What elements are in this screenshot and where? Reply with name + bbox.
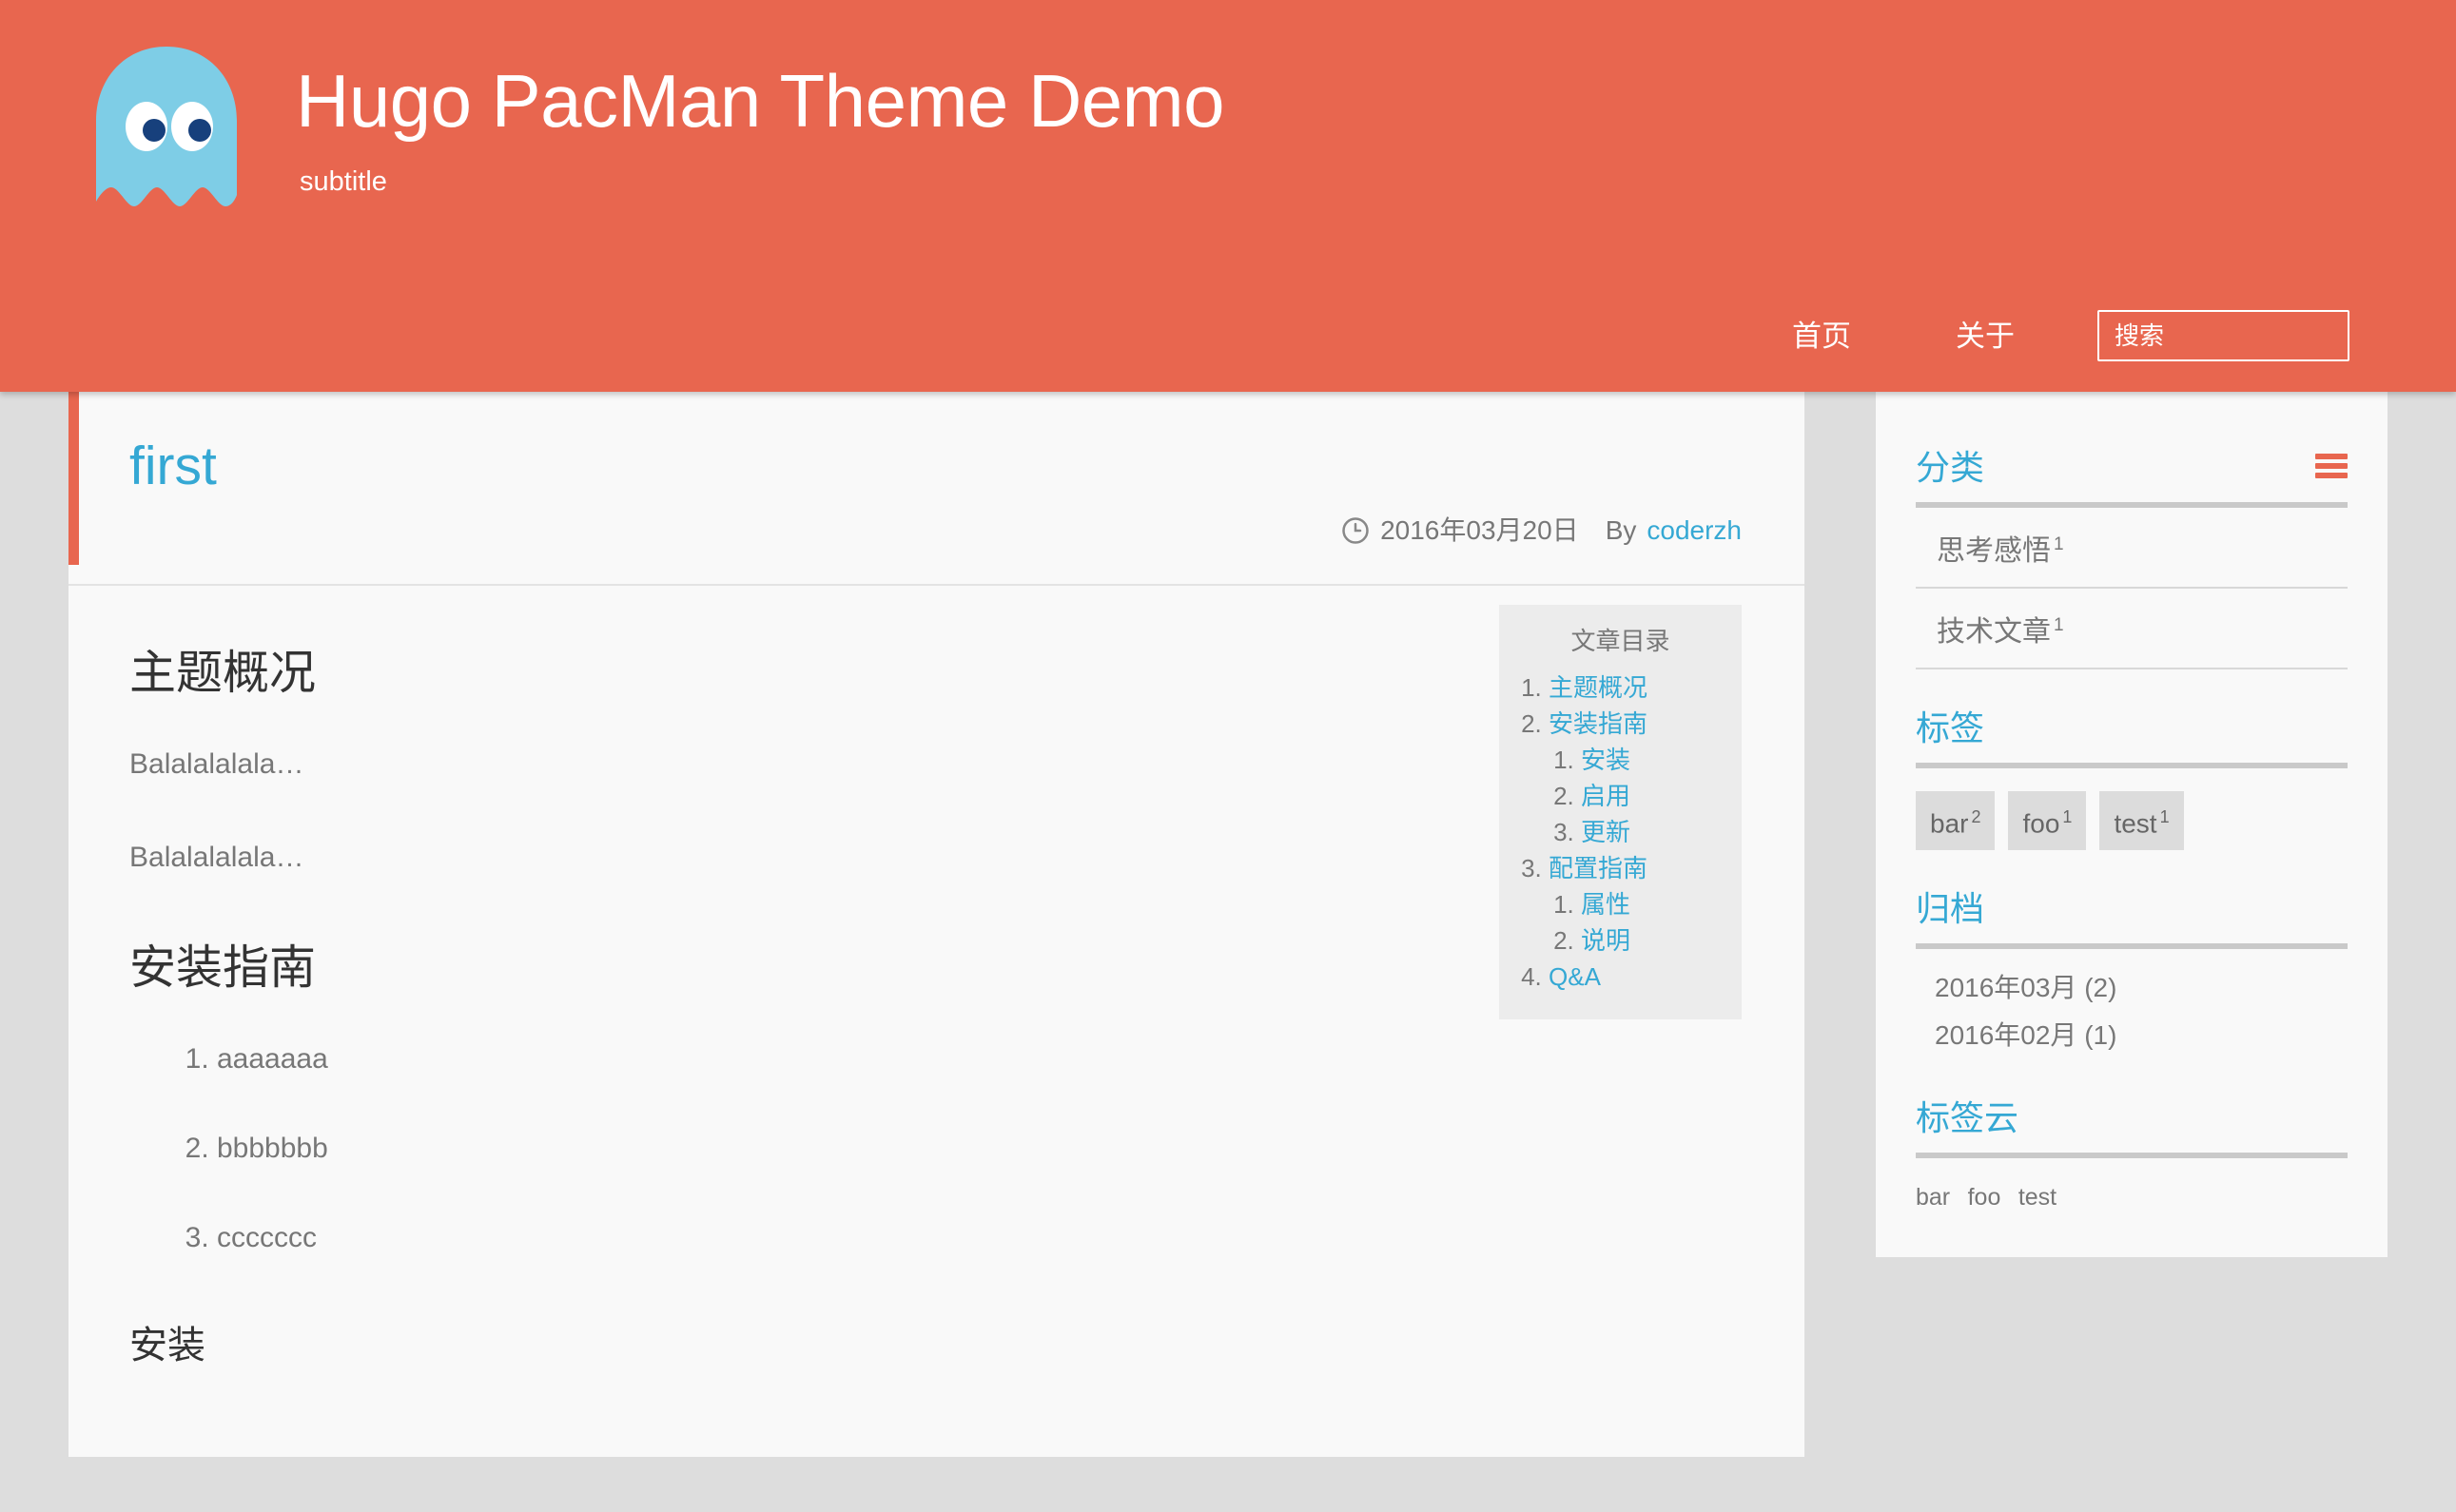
- tag-cloud-title: 标签云: [1916, 1098, 2019, 1138]
- category-label: 技术文章: [1937, 616, 2051, 648]
- sidebar: 分类 思考感悟 1 技术文章 1 标签 bar 2 foo 1 test 1 归…: [1876, 392, 2388, 1258]
- article-author[interactable]: coderzh: [1647, 515, 1742, 546]
- title-accent-bar: [68, 392, 79, 565]
- toc-sublink[interactable]: 说明: [1581, 926, 1630, 955]
- widget-categories: 分类 思考感悟 1 技术文章 1: [1916, 447, 2348, 669]
- toc-link[interactable]: Q&A: [1549, 962, 1601, 991]
- tag-count: 1: [2062, 807, 2073, 826]
- archives-title: 归档: [1916, 889, 1985, 929]
- tag-chip[interactable]: test 1: [2099, 791, 2184, 851]
- toc-item[interactable]: Q&A: [1549, 959, 1725, 995]
- tag-label: test: [2114, 808, 2157, 839]
- toc-sublink[interactable]: 更新: [1581, 818, 1630, 846]
- cloud-tag[interactable]: test: [2018, 1184, 2056, 1211]
- cloud-tag[interactable]: foo: [1968, 1184, 2001, 1211]
- widget-tag-cloud: 标签云 bar foo test: [1916, 1097, 2348, 1213]
- article-content: 文章目录 主题概况 安装指南 安装 启用: [68, 586, 1804, 1436]
- tag-label: foo: [2022, 808, 2060, 839]
- nav-link-about[interactable]: 关于: [1903, 321, 2067, 351]
- clock-icon: [1342, 517, 1369, 544]
- category-count: 1: [2054, 615, 2064, 635]
- site-subtitle: subtitle: [300, 166, 387, 197]
- tags-header: 标签: [1916, 708, 2348, 763]
- categories-title: 分类: [1916, 448, 1985, 487]
- widget-tags: 标签 bar 2 foo 1 test 1: [1916, 708, 2348, 851]
- cloud-tag[interactable]: bar: [1916, 1184, 1950, 1211]
- toc-link[interactable]: 安装指南: [1549, 709, 1647, 738]
- article-date: 2016年03月20日: [1380, 515, 1579, 545]
- archive-list: 2016年03月 (2) 2016年02月 (1): [1916, 949, 2348, 1059]
- category-item[interactable]: 思考感悟 1: [1916, 508, 2348, 589]
- tag-chip[interactable]: foo 1: [2008, 791, 2087, 851]
- article-by-label: By: [1605, 515, 1637, 545]
- hamburger-icon[interactable]: [2315, 454, 2348, 478]
- toc-sublist: 属性 说明: [1581, 886, 1725, 959]
- tag-label: bar: [1930, 808, 1969, 839]
- archive-item[interactable]: 2016年02月 (1): [1916, 1012, 2348, 1059]
- toc-sublist: 安装 启用 更新: [1581, 742, 1725, 850]
- article-header: first 2016年03月20日 By coderzh: [68, 392, 1804, 586]
- archive-item[interactable]: 2016年03月 (2): [1916, 964, 2348, 1012]
- categories-header: 分类: [1916, 447, 2348, 502]
- category-item[interactable]: 技术文章 1: [1916, 589, 2348, 669]
- toc-title: 文章目录: [1570, 627, 1670, 655]
- ghost-icon: [96, 47, 237, 206]
- toc-item[interactable]: 主题概况: [1549, 669, 1725, 706]
- toc-item[interactable]: 安装指南 安装 启用 更新: [1549, 706, 1725, 850]
- toc-link[interactable]: 配置指南: [1549, 854, 1647, 882]
- nav-link-home[interactable]: 首页: [1740, 321, 1903, 351]
- category-count: 1: [2054, 534, 2064, 554]
- tag-count: 2: [1971, 807, 1981, 826]
- toc-list: 主题概况 安装指南 安装 启用 更新: [1549, 669, 1725, 995]
- site-header: Hugo PacMan Theme Demo subtitle 首页 关于: [0, 0, 2456, 392]
- hamburger-bar: [2315, 473, 2348, 478]
- toc-subitem[interactable]: 说明: [1581, 922, 1725, 959]
- tag-cloud-header: 标签云: [1916, 1097, 2348, 1153]
- main-navigation: 首页 关于: [1740, 280, 2349, 392]
- article-card: first 2016年03月20日 By coderzh 文章目录 主题概况: [68, 392, 1804, 1457]
- section-heading-install: 安装: [129, 1325, 205, 1367]
- tag-count: 1: [2159, 807, 2170, 826]
- tag-chip-list: bar 2 foo 1 test 1: [1916, 768, 2348, 851]
- toc-sublink[interactable]: 启用: [1581, 782, 1630, 810]
- tags-title: 标签: [1916, 708, 1985, 747]
- site-title: Hugo PacMan Theme Demo: [296, 59, 1225, 143]
- search-input[interactable]: [2097, 310, 2349, 361]
- toc-sublink[interactable]: 安装: [1581, 746, 1630, 774]
- list-item: ccccccc: [217, 1219, 1744, 1257]
- tag-chip[interactable]: bar 2: [1916, 791, 1996, 851]
- hamburger-bar: [2315, 454, 2348, 459]
- site-brand[interactable]: Hugo PacMan Theme Demo subtitle: [90, 40, 1225, 221]
- article-meta: 2016年03月20日 By coderzh: [1341, 515, 1742, 546]
- toc-subitem[interactable]: 安装: [1581, 742, 1725, 778]
- category-label: 思考感悟: [1937, 535, 2051, 567]
- install-steps-list: aaaaaaa bbbbbbb ccccccc: [217, 1040, 1744, 1257]
- list-item: aaaaaaa: [217, 1040, 1744, 1078]
- toc-subitem[interactable]: 启用: [1581, 778, 1725, 814]
- brand-text: Hugo PacMan Theme Demo subtitle: [296, 40, 1225, 198]
- table-of-contents: 文章目录 主题概况 安装指南 安装 启用: [1499, 605, 1742, 1019]
- page-body: first 2016年03月20日 By coderzh 文章目录 主题概况: [0, 392, 2456, 1512]
- widget-archives: 归档 2016年03月 (2) 2016年02月 (1): [1916, 888, 2348, 1059]
- toc-link[interactable]: 主题概况: [1549, 673, 1647, 702]
- toc-subitem[interactable]: 属性: [1581, 886, 1725, 922]
- list-item: bbbbbbb: [217, 1130, 1744, 1168]
- toc-subitem[interactable]: 更新: [1581, 814, 1725, 850]
- article-title[interactable]: first: [129, 436, 217, 496]
- toc-item[interactable]: 配置指南 属性 说明: [1549, 850, 1725, 959]
- archives-header: 归档: [1916, 888, 2348, 943]
- hamburger-bar: [2315, 463, 2348, 469]
- toc-sublink[interactable]: 属性: [1581, 890, 1630, 919]
- tag-cloud-list: bar foo test: [1916, 1158, 2348, 1213]
